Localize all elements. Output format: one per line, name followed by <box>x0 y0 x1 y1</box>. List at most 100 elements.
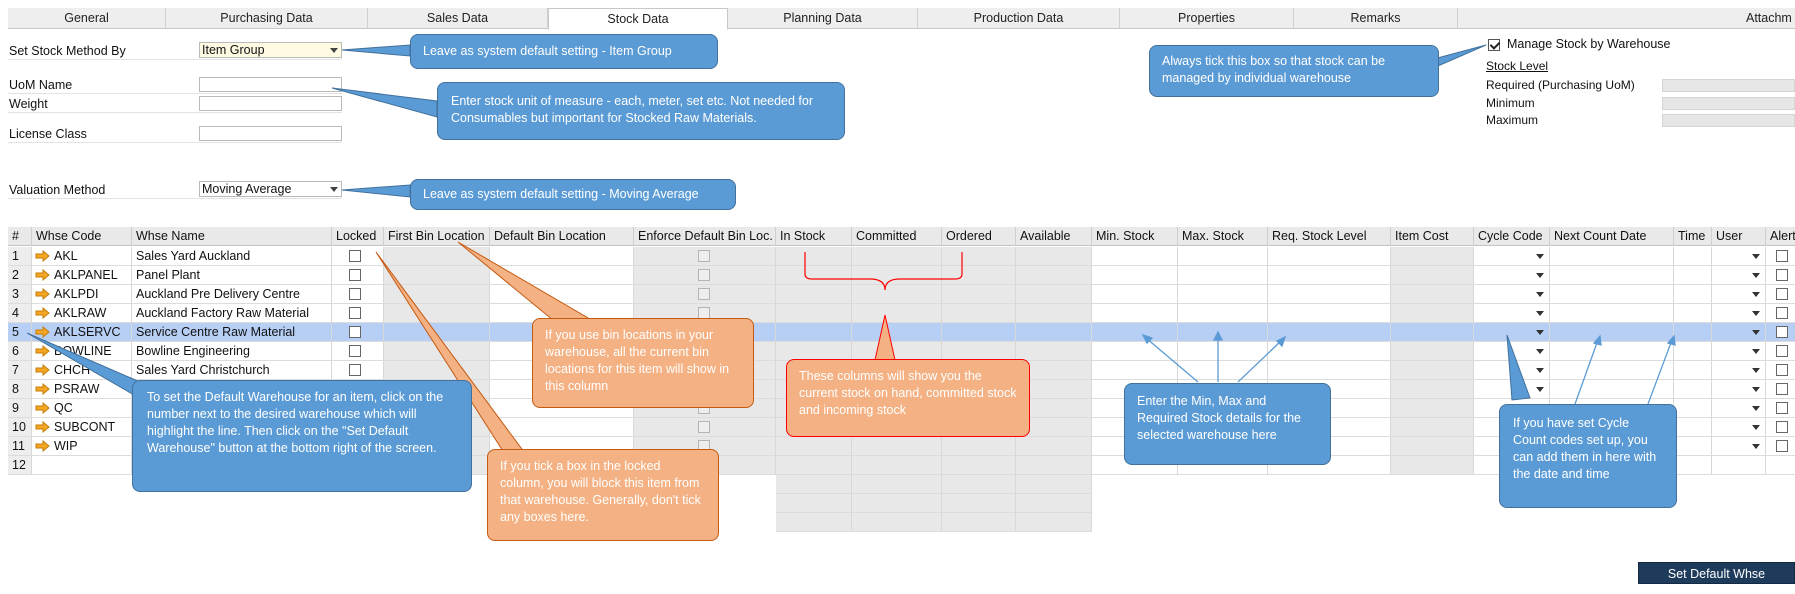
whse-name[interactable]: Service Centre Raw Material <box>132 323 332 342</box>
link-arrow-icon[interactable] <box>35 421 51 433</box>
grid-cell[interactable] <box>1674 437 1712 456</box>
required-field[interactable] <box>1662 79 1795 92</box>
row-number[interactable]: 2 <box>8 266 32 285</box>
whse-code[interactable] <box>32 456 132 475</box>
whse-code[interactable]: AKLPANEL <box>32 266 132 285</box>
whse-code[interactable]: PSRAW <box>32 380 132 399</box>
cycle-code-select[interactable] <box>1474 266 1550 285</box>
enforce-bin-cell[interactable] <box>634 247 776 266</box>
whse-name[interactable]: Auckland Factory Raw Material <box>132 304 332 323</box>
grid-cell[interactable] <box>1550 266 1674 285</box>
locked-checkbox[interactable] <box>349 250 361 262</box>
user-select[interactable] <box>1712 285 1766 304</box>
grid-cell[interactable] <box>1092 304 1178 323</box>
link-arrow-icon[interactable] <box>35 402 51 414</box>
grid-cell[interactable] <box>1092 285 1178 304</box>
grid-header-req-stock-level[interactable]: Req. Stock Level <box>1268 227 1391 246</box>
alert-cell[interactable] <box>1766 266 1795 285</box>
grid-cell[interactable] <box>1391 456 1474 475</box>
license-class-input[interactable] <box>199 126 342 141</box>
grid-header-item-cost[interactable]: Item Cost <box>1391 227 1474 246</box>
grid-cell[interactable] <box>1391 380 1474 399</box>
grid-cell[interactable] <box>942 285 1016 304</box>
stock-method-select[interactable]: Item Group <box>199 42 342 58</box>
whse-code[interactable]: QC <box>32 399 132 418</box>
grid-cell[interactable] <box>1674 247 1712 266</box>
row-number[interactable]: 11 <box>8 437 32 456</box>
alert-checkbox[interactable] <box>1776 440 1788 452</box>
grid-cell[interactable] <box>384 323 490 342</box>
grid-cell[interactable] <box>1550 342 1674 361</box>
link-arrow-icon[interactable] <box>35 364 51 376</box>
set-default-warehouse-button[interactable]: Set Default Whse <box>1638 562 1795 584</box>
grid-cell[interactable] <box>942 304 1016 323</box>
enforce-bin-cell[interactable] <box>634 418 776 437</box>
grid-header-whse-name[interactable]: Whse Name <box>132 227 332 246</box>
grid-cell[interactable] <box>942 247 1016 266</box>
grid-cell[interactable] <box>1016 285 1092 304</box>
grid-cell[interactable] <box>1016 437 1092 456</box>
row-number[interactable]: 3 <box>8 285 32 304</box>
grid-cell[interactable] <box>1674 285 1712 304</box>
grid-cell[interactable] <box>1178 342 1268 361</box>
row-number[interactable]: 5 <box>8 323 32 342</box>
whse-name[interactable]: Sales Yard Christchurch <box>132 361 332 380</box>
alert-cell[interactable] <box>1766 399 1795 418</box>
alert-checkbox[interactable] <box>1776 345 1788 357</box>
weight-input[interactable] <box>199 96 342 111</box>
whse-code[interactable]: AKLRAW <box>32 304 132 323</box>
row-number[interactable]: 1 <box>8 247 32 266</box>
grid-cell[interactable] <box>1766 456 1795 475</box>
row-number[interactable]: 12 <box>8 456 32 475</box>
tab-purchasing-data[interactable]: Purchasing Data <box>166 8 368 29</box>
grid-cell[interactable] <box>1268 247 1391 266</box>
cycle-code-select[interactable] <box>1474 342 1550 361</box>
whse-name[interactable]: Auckland Pre Delivery Centre <box>132 285 332 304</box>
grid-cell[interactable] <box>1550 361 1674 380</box>
grid-cell[interactable] <box>384 304 490 323</box>
grid-header-whse-code[interactable]: Whse Code <box>32 227 132 246</box>
grid-header-min-stock[interactable]: Min. Stock <box>1092 227 1178 246</box>
grid-header-in-stock[interactable]: In Stock <box>776 227 852 246</box>
grid-cell[interactable] <box>1178 323 1268 342</box>
grid-cell[interactable] <box>1268 323 1391 342</box>
grid-cell[interactable] <box>490 285 634 304</box>
link-arrow-icon[interactable] <box>35 345 51 357</box>
grid-header-alert[interactable]: Alert <box>1766 227 1795 246</box>
link-arrow-icon[interactable] <box>35 326 51 338</box>
grid-cell[interactable] <box>1016 247 1092 266</box>
tab-attachments[interactable]: Attachm <box>1458 8 1795 29</box>
grid-header-enforce-default-bin-loc[interactable]: Enforce Default Bin Loc. <box>634 227 776 246</box>
grid-cell[interactable] <box>1674 323 1712 342</box>
grid-cell[interactable] <box>1674 342 1712 361</box>
grid-header-[interactable]: # <box>8 227 32 246</box>
grid-cell[interactable] <box>1391 323 1474 342</box>
link-arrow-icon[interactable] <box>35 383 51 395</box>
grid-cell[interactable] <box>942 323 1016 342</box>
grid-cell[interactable] <box>852 266 942 285</box>
grid-header-ordered[interactable]: Ordered <box>942 227 1016 246</box>
row-number[interactable]: 4 <box>8 304 32 323</box>
uom-input[interactable] <box>199 77 342 92</box>
user-select[interactable] <box>1712 418 1766 437</box>
grid-cell[interactable] <box>852 247 942 266</box>
locked-checkbox[interactable] <box>349 364 361 376</box>
grid-header-user[interactable]: User <box>1712 227 1766 246</box>
whse-code[interactable]: AKLPDI <box>32 285 132 304</box>
alert-checkbox[interactable] <box>1776 307 1788 319</box>
grid-cell[interactable] <box>942 437 1016 456</box>
grid-cell[interactable] <box>776 266 852 285</box>
grid-cell[interactable] <box>1268 266 1391 285</box>
grid-cell[interactable] <box>776 285 852 304</box>
user-select[interactable] <box>1712 323 1766 342</box>
locked-checkbox[interactable] <box>349 307 361 319</box>
row-number[interactable]: 8 <box>8 380 32 399</box>
locked-cell[interactable] <box>332 304 384 323</box>
enforce-bin-cell[interactable] <box>634 266 776 285</box>
grid-cell[interactable] <box>1268 361 1391 380</box>
locked-checkbox[interactable] <box>349 326 361 338</box>
alert-cell[interactable] <box>1766 304 1795 323</box>
alert-cell[interactable] <box>1766 437 1795 456</box>
link-arrow-icon[interactable] <box>35 269 51 281</box>
cycle-code-select[interactable] <box>1474 380 1550 399</box>
